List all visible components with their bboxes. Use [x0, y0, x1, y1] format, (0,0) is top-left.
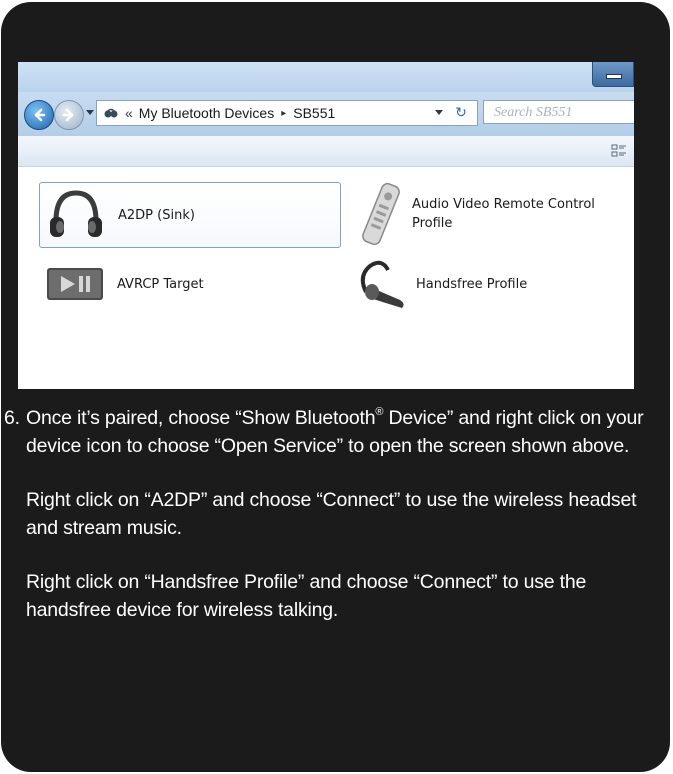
remote-control-icon	[362, 182, 400, 246]
breadcrumb-sb551[interactable]: SB551	[293, 105, 335, 121]
service-avrcp-target[interactable]: AVRCP Target	[39, 251, 341, 317]
recent-pages-dropdown[interactable]	[86, 110, 94, 115]
step-number: 6.	[4, 407, 20, 429]
bluetooth-services-window: « My Bluetooth Devices ▸ SB551 ↻ Search …	[18, 62, 634, 389]
step-6-text: Once it’s paired, choose “Show Bluetooth…	[26, 404, 664, 460]
step-6: 6. Once it’s paired, choose “Show Blueto…	[4, 404, 664, 460]
navigation-bar: « My Bluetooth Devices ▸ SB551 ↻ Search …	[18, 92, 634, 136]
step-text-part-1: Once it’s paired, choose “Show Bluetooth	[26, 407, 376, 429]
service-label: Handsfree Profile	[416, 276, 528, 292]
bluetooth-folder-icon	[104, 108, 118, 118]
breadcrumb-separator-icon[interactable]: ▸	[281, 108, 286, 119]
forward-button[interactable]	[54, 100, 84, 130]
forward-arrow-icon	[62, 108, 74, 122]
instructions-text: 6. Once it’s paired, choose “Show Blueto…	[4, 404, 664, 624]
address-dropdown-icon[interactable]	[435, 110, 443, 115]
window-titlebar	[18, 62, 634, 92]
service-label: Audio Video Remote Control Profile	[412, 197, 595, 231]
minimize-icon	[606, 74, 622, 79]
service-label: AVRCP Target	[117, 276, 204, 292]
minimize-button[interactable]	[592, 62, 634, 87]
search-input[interactable]: Search SB551	[483, 100, 634, 124]
back-button[interactable]	[24, 100, 54, 130]
address-bar[interactable]: « My Bluetooth Devices ▸ SB551 ↻	[96, 100, 478, 126]
address-overflow-chevron[interactable]: «	[125, 105, 133, 121]
service-a2dp-sink[interactable]: A2DP (Sink)	[39, 182, 341, 248]
refresh-icon[interactable]: ↻	[451, 103, 471, 121]
headphones-icon	[50, 190, 102, 237]
service-handsfree-profile[interactable]: Handsfree Profile	[356, 251, 634, 317]
breadcrumb-my-bluetooth-devices[interactable]: My Bluetooth Devices	[139, 105, 274, 121]
command-bar	[18, 136, 634, 167]
services-view: A2DP (Sink) Audio Video Remote Control P…	[18, 167, 634, 389]
handsfree-instruction: Right click on “Handsfree Profile” and c…	[26, 571, 587, 621]
back-arrow-icon	[34, 108, 46, 122]
a2dp-instruction: Right click on “A2DP” and choose “Connec…	[26, 489, 637, 539]
change-view-icon[interactable]	[610, 142, 628, 160]
instruction-card: « My Bluetooth Devices ▸ SB551 ↻ Search …	[1, 2, 670, 772]
service-audio-video-remote-control[interactable]: Audio Video Remote Control Profile	[356, 179, 634, 249]
bluetooth-headset-icon	[360, 260, 404, 308]
play-pause-button-icon	[47, 268, 103, 300]
service-label: A2DP (Sink)	[118, 207, 195, 223]
